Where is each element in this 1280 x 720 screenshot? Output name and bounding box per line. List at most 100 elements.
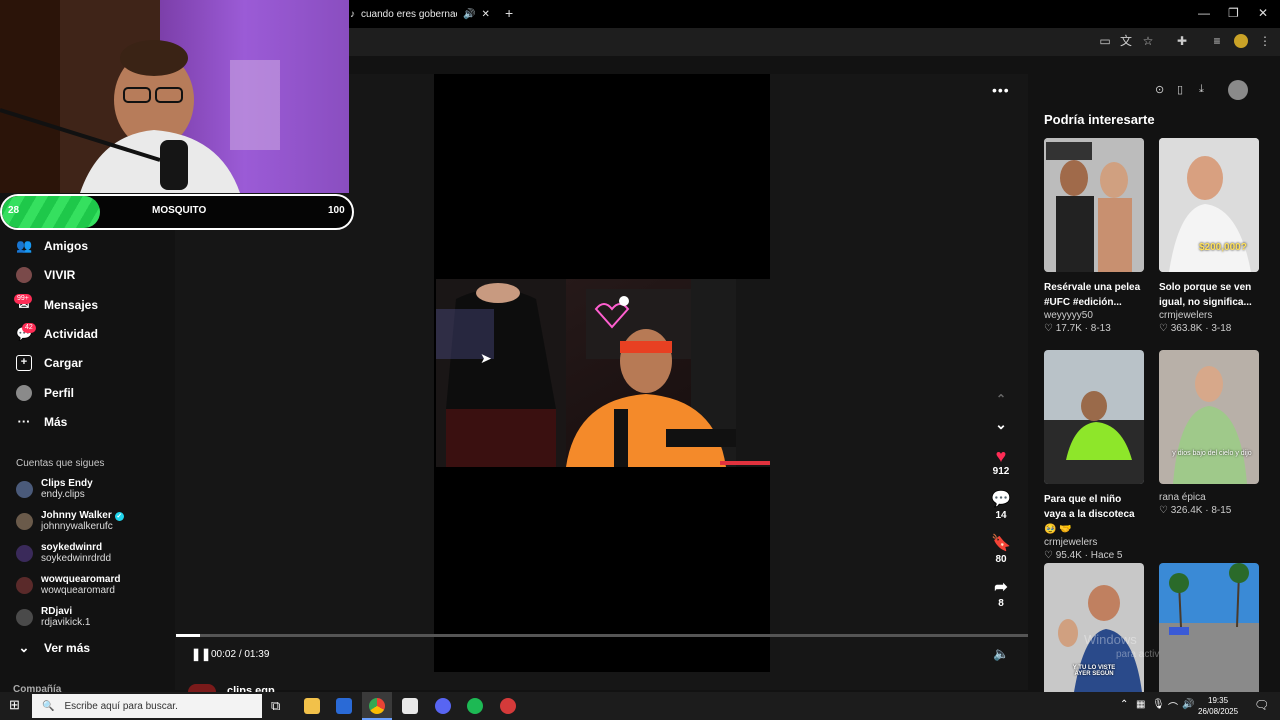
share-button[interactable]: ➦ 8 [988,578,1014,609]
discord-icon[interactable] [435,698,451,714]
sidebar-item-label: Actividad [44,327,99,341]
video-progress-fill [176,634,200,637]
app-icon[interactable] [402,698,418,714]
profile-icon [16,385,32,401]
browser-tab[interactable]: ♪ cuando eres gobernao@Ev... 🔊 ✕ [346,3,498,25]
sidebar-item-friends[interactable]: 👥 Amigos [16,235,88,257]
avatar [16,576,33,594]
tab-close-icon[interactable]: ✕ [481,9,489,20]
suggestion-author: crmjewelers [1159,310,1213,321]
user-avatar[interactable] [1228,80,1248,100]
author-name[interactable]: clips egp [227,685,275,692]
minimize-button[interactable]: — [1198,6,1210,20]
file-explorer-icon[interactable] [304,698,320,714]
verified-icon: ✓ [114,512,124,521]
suggestion-likes: 363.8K [1170,323,1203,334]
media-control-icon[interactable]: ≡ [1210,34,1224,48]
network-icon[interactable]: ▦ [1136,699,1145,710]
author-avatar[interactable] [188,684,216,692]
sidebar-item-profile[interactable]: Perfil [16,382,74,404]
following-item[interactable]: soykedwinrd soykedwinrdrdd [16,542,111,564]
profile-avatar-icon[interactable] [1234,34,1248,48]
see-more-button[interactable]: ⌄ Ver más [16,637,91,659]
suggestion-card[interactable]: $200,000? Solo porque se ven igual, no s… [1159,138,1259,336]
taskbar-search-input[interactable]: 🔍 Escribe aquí para buscar. [32,694,262,718]
bookmark-icon: 🔖 [991,535,1011,552]
activity-badge: 42 [22,323,36,333]
like-button[interactable]: ♥ 912 [988,446,1014,477]
restore-button[interactable]: ❐ [1228,6,1239,20]
download-icon[interactable]: ⤓ [1199,83,1204,96]
following-name: Johnny Walker [41,510,112,521]
tray-chevron-icon[interactable]: ⌃ [1120,699,1128,710]
suggestion-author: weyyyyy50 [1044,310,1093,321]
suggestion-author: crmjewelers [1044,537,1098,548]
pause-icon[interactable]: ❚❚ [191,647,211,661]
mosquito-progress-bar: 28 MOSQUITO 100 [0,194,354,230]
sidebar-item-live[interactable]: VIVIR [16,264,75,286]
following-name: RDjavi [41,606,73,617]
more-options-icon[interactable]: ••• [992,82,1010,98]
windows-start-icon[interactable]: ⊞ [9,698,23,712]
speaker-icon[interactable]: 🔊 [1182,699,1194,710]
suggestion-caption: Resérvale una pelea #UFC #edición... [1044,282,1141,308]
following-title: Cuentas que sigues [16,458,105,469]
heart-outline-icon: ♡ [1044,323,1053,334]
suggestion-card[interactable]: Resérvale una pelea #UFC #edición... wey… [1044,138,1144,336]
translate-icon[interactable]: 文 [1119,34,1133,48]
following-handle: endy.clips [41,489,85,500]
heart-icon: ♥ [995,446,1007,466]
see-more-label: Ver más [44,641,91,655]
tab-audio-icon[interactable]: 🔊 [463,9,475,20]
following-item[interactable]: RDjavi rdjavikick.1 [16,606,90,628]
sidebar-item-label: Perfil [44,386,75,400]
share-icon: ➦ [994,579,1008,596]
suggestion-card[interactable]: y dios bajo del cielo y dijo rana épica … [1159,350,1259,518]
extensions-icon[interactable]: ✚ [1175,34,1189,48]
close-window-button[interactable]: ✕ [1258,6,1268,20]
watermark-line1: Windows [1084,632,1137,647]
sidebar-item-more[interactable]: ··· Más [16,411,68,433]
like-count: 912 [992,466,1010,477]
previous-video-icon[interactable]: ⌃ [988,392,1014,406]
following-item[interactable]: Clips Endy endy.clips [16,478,93,500]
spotify-icon[interactable] [467,698,483,714]
sidebar-item-label: Más [44,415,68,429]
comment-button[interactable]: 💬 14 [988,490,1014,521]
save-count: 80 [995,554,1007,565]
taskbar-clock[interactable]: 19:35 26/08/2025 [1198,695,1238,717]
video-progress-bar[interactable] [176,634,1028,637]
wifi-icon[interactable]: ⌒ [1168,699,1178,714]
mosquito-level-right: 100 [328,205,345,216]
sidebar-item-upload[interactable]: + Cargar [16,352,83,374]
video-frame[interactable] [436,279,770,467]
store-icon[interactable] [336,698,352,714]
following-handle: soykedwinrdrdd [41,553,112,564]
live-icon [16,267,32,283]
suggestion-card[interactable]: Y TU LO VISTE AYER SEGÚN [1044,563,1144,692]
volume-icon[interactable]: 🔈 [993,646,1009,662]
task-view-icon[interactable]: ⧉ [271,698,280,714]
friends-circle-icon[interactable]: ⊙ [1155,83,1164,96]
search-icon: 🔍 [42,700,55,712]
suggestion-card[interactable] [1159,563,1259,692]
following-item[interactable]: wowquearomard wowquearomard [16,574,120,596]
save-button[interactable]: 🔖 80 [988,534,1014,565]
following-name: Clips Endy [41,478,93,489]
suggestion-likes: 326.4K [1170,505,1203,516]
notifications-icon[interactable]: 🗨 [1254,698,1269,712]
chrome-icon[interactable] [369,698,385,714]
device-icon[interactable]: ▯ [1177,83,1183,96]
following-item[interactable]: Johnny Walker ✓ johnnywalkerufc [16,510,124,532]
next-video-icon[interactable]: ⌄ [988,416,1014,433]
suggestion-likes: 17.7K [1055,323,1082,334]
clock-date: 26/08/2025 [1198,707,1239,716]
microphone-icon[interactable]: 🎙 [1152,699,1165,710]
new-tab-button[interactable]: + [505,5,513,21]
share-count: 8 [998,598,1004,609]
suggestion-card[interactable]: Para que el niño vaya a la discoteca🥹 🤝 … [1044,350,1144,577]
browser-menu-icon[interactable]: ⋮ [1258,34,1272,48]
obs-icon[interactable] [500,698,516,714]
cast-icon[interactable]: ▭ [1098,34,1112,48]
bookmark-star-icon[interactable]: ☆ [1141,34,1155,48]
